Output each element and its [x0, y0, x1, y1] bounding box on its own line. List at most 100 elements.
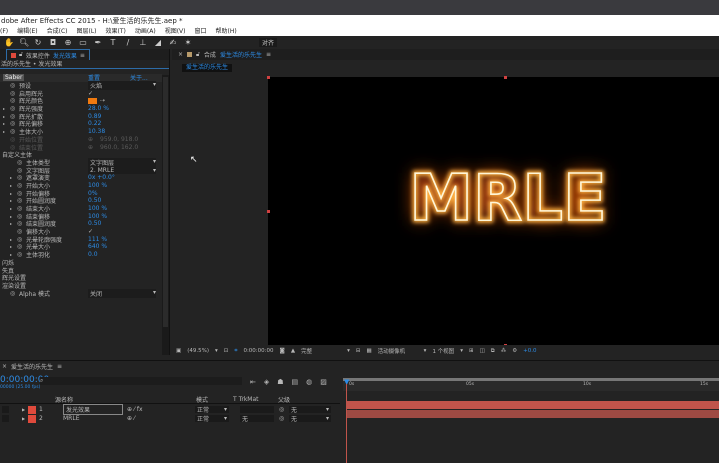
property-value[interactable]: 640 % — [88, 243, 107, 250]
fast-preview-icon[interactable]: ◫ — [480, 348, 485, 354]
layer-row[interactable]: ▶ 2 MRLE ⊕ ⁄ 正常 ▾ 无 ◎ 无 ▾ — [0, 414, 340, 423]
property-dropdown[interactable]: 2. MRLE ▾ — [88, 166, 156, 174]
visibility-toggle[interactable] — [2, 415, 9, 422]
menu-item[interactable]: 视图(V) — [165, 27, 186, 36]
expand-arrow-icon[interactable]: ▸ — [3, 114, 5, 119]
stopwatch-icon[interactable]: ◎ — [17, 167, 22, 174]
expand-arrow-icon[interactable]: ▸ — [10, 237, 12, 242]
stopwatch-icon[interactable]: ◎ — [17, 243, 22, 250]
timeline-icon[interactable]: ⧉ — [491, 348, 495, 355]
stopwatch-icon[interactable]: ◎ — [17, 220, 22, 227]
property-dropdown[interactable]: 关闭 ▾ — [88, 288, 156, 298]
property-value[interactable]: 0.50 — [88, 220, 101, 227]
effect-property-row[interactable]: ◎ 偏移大小 ✓ — [0, 228, 162, 236]
hand-icon[interactable]: ✋ — [4, 38, 14, 47]
expand-arrow-icon[interactable]: ▸ — [10, 175, 12, 180]
motion-blur-icon[interactable]: ◍ — [306, 378, 312, 386]
effect-property-row[interactable]: ▸ ◎ 开始圆润度 0.50 — [0, 197, 162, 205]
effects-scrollbar[interactable] — [162, 75, 169, 355]
stopwatch-icon[interactable]: ◎ — [10, 82, 15, 89]
checkbox[interactable]: ✓ — [88, 90, 93, 97]
property-value[interactable]: 0.50 — [88, 197, 101, 204]
stopwatch-icon[interactable]: ◎ — [17, 213, 22, 220]
effect-property-row[interactable]: ▸ ◎ 光晕大小 640 % — [0, 243, 162, 251]
label-color[interactable] — [28, 414, 36, 423]
stopwatch-icon[interactable]: ◎ — [17, 197, 22, 204]
property-value[interactable]: 10.38 — [88, 128, 105, 135]
tab-effect-controls[interactable]: 🔓︎ 效果控件 发光效果 ≡ — [6, 49, 90, 60]
menu-item[interactable]: 效果(T) — [106, 27, 126, 36]
stopwatch-icon[interactable]: ◎ — [17, 190, 22, 197]
point-value[interactable]: 959.0, 918.0 — [100, 136, 138, 143]
menu-item[interactable]: 图层(L) — [77, 27, 97, 36]
layer-name[interactable]: MRLE — [63, 415, 79, 422]
layer-search-input[interactable]: ⌕ — [40, 377, 242, 385]
color-channels-icon[interactable]: ▲ — [291, 348, 295, 354]
layer-handle[interactable] — [267, 210, 270, 213]
zoom-icon[interactable]: 🔍︎ — [19, 38, 29, 47]
expand-arrow-icon[interactable]: ▸ — [10, 244, 12, 249]
draft-3d-icon[interactable]: ◈ — [264, 378, 269, 386]
playhead-icon[interactable]: ▼ — [344, 378, 350, 386]
comp-breadcrumb-chip[interactable]: 爱生活的乐先生 — [182, 64, 233, 72]
effect-property-row[interactable]: ▸ ◎ 开始偏移 0% — [0, 189, 162, 198]
effect-property-row[interactable]: ◎ Alpha 模式 关闭 ▾ — [0, 288, 162, 298]
layer-handle[interactable] — [267, 76, 270, 79]
current-time-indicator[interactable] — [346, 384, 347, 463]
visibility-toggle[interactable] — [2, 406, 9, 413]
stopwatch-icon[interactable]: ◎ — [17, 205, 22, 212]
effect-property-row[interactable]: ▸ ◎ 遮罩演变 0x +0.0° — [0, 174, 162, 182]
stopwatch-icon[interactable]: ◎ — [10, 113, 15, 120]
parent-dropdown[interactable]: 无 ▾ — [289, 415, 331, 423]
stopwatch-icon[interactable]: ◎ — [10, 290, 15, 297]
property-value[interactable]: 28.0 % — [88, 105, 109, 112]
menu-item[interactable]: 帮助(H) — [216, 27, 237, 36]
stopwatch-icon[interactable]: ◎ — [17, 182, 22, 189]
exposure-value[interactable]: +0.0 — [523, 348, 536, 354]
layer-row[interactable]: ▶ 1 发光效果 ⊕ ⁄ fx 正常 ▾ ◎ 无 ▾ — [0, 404, 340, 415]
menu-item[interactable]: 合成(C) — [47, 27, 68, 36]
zoom-dropdown[interactable]: (49.5%) — [187, 348, 209, 354]
effect-property-row[interactable]: ▸闪烁 — [0, 259, 162, 267]
panel-menu-icon[interactable]: ≡ — [57, 363, 62, 370]
stopwatch-icon[interactable]: ◎ — [17, 228, 22, 235]
eyedropper-icon[interactable]: ⇢ — [100, 97, 105, 104]
layer-handle[interactable] — [504, 76, 507, 79]
tab-timeline[interactable]: 爱生活的乐先生 — [11, 362, 53, 371]
grid-icon[interactable]: ▦ — [366, 348, 371, 354]
point-crosshair-icon[interactable]: ⊕ — [88, 136, 93, 143]
property-value[interactable]: 0% — [88, 190, 98, 197]
time-ruler[interactable]: 0s 05s 10s 15s — [343, 381, 719, 391]
stopwatch-icon[interactable]: ◎ — [10, 136, 15, 143]
layer-bar[interactable] — [346, 401, 719, 409]
text-icon[interactable]: T — [109, 38, 117, 47]
toggle-mask-icon[interactable]: ⊟ — [356, 348, 361, 354]
expand-arrow-icon[interactable]: ▸ — [10, 198, 12, 203]
expand-arrow-icon[interactable]: ▸ — [10, 206, 12, 211]
parent-dropdown[interactable]: 无 ▾ — [289, 406, 331, 414]
property-value[interactable]: 0.22 — [88, 120, 101, 127]
close-icon[interactable]: × — [178, 51, 183, 58]
column-parent[interactable]: 父级 — [278, 395, 290, 404]
pen-icon[interactable]: ✒ — [94, 38, 102, 47]
trkmat-dropdown[interactable]: 无 — [240, 415, 274, 423]
panel-menu-icon[interactable]: ≡ — [80, 52, 85, 59]
expand-arrow-icon[interactable]: ▸ — [10, 183, 12, 188]
effect-property-row[interactable]: ▸ ◎ 主体羽化 0.0 — [0, 251, 162, 259]
property-value[interactable]: 100 % — [88, 205, 107, 212]
snapshot-icon[interactable]: ▣ — [176, 348, 181, 354]
camera-icon[interactable]: ◘ — [49, 38, 57, 47]
views-dropdown[interactable]: 1 个视图 — [432, 347, 454, 355]
puppet-pin-icon[interactable]: ✶ — [184, 38, 192, 47]
point-crosshair-icon[interactable]: ⊕ — [88, 144, 93, 151]
property-value[interactable]: 0.89 — [88, 113, 101, 120]
expand-arrow-icon[interactable]: ▶ — [22, 416, 25, 421]
stopwatch-icon[interactable]: ◎ — [10, 105, 15, 112]
expand-arrow-icon[interactable]: ▸ — [10, 252, 12, 257]
stopwatch-icon[interactable]: ◎ — [17, 159, 22, 166]
expand-arrow-icon[interactable]: ▸ — [10, 214, 12, 219]
close-icon[interactable]: × — [2, 363, 7, 370]
pixel-aspect-icon[interactable]: ⊞ — [469, 348, 474, 354]
exposure-reset-icon[interactable]: ⚙ — [512, 348, 517, 354]
stopwatch-icon[interactable]: ◎ — [10, 120, 15, 127]
